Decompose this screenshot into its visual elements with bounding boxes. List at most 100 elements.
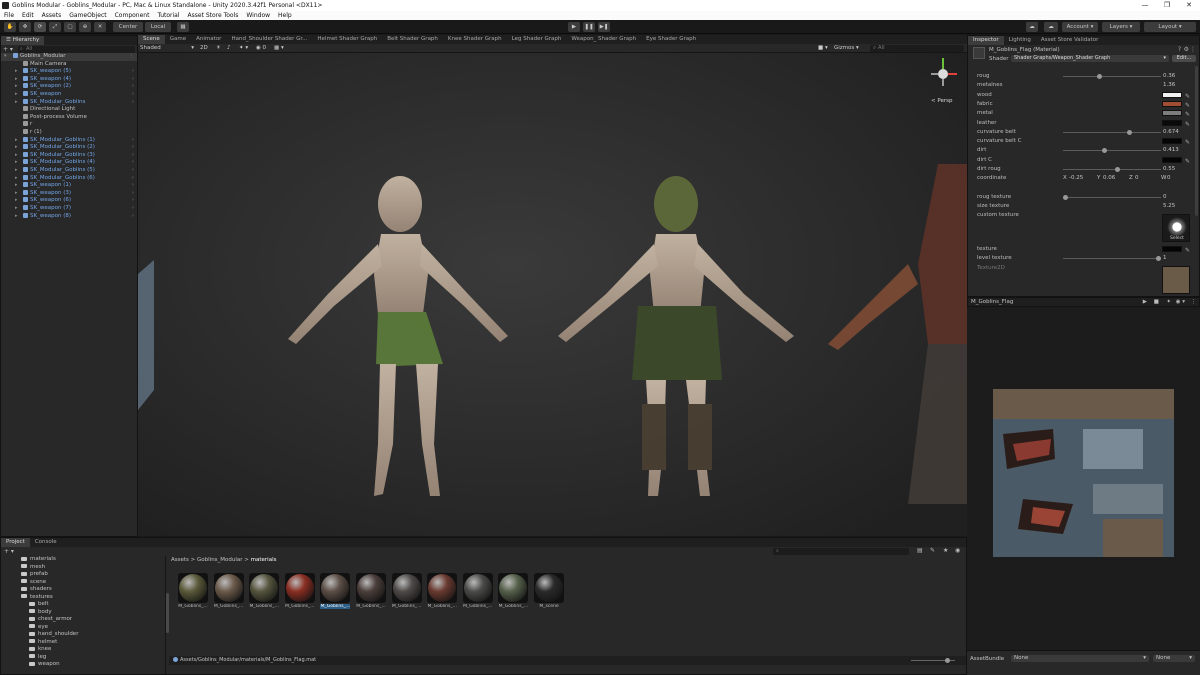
hierarchy-item[interactable]: r (1) — [1, 129, 137, 137]
property-value[interactable]: 0 — [1163, 193, 1167, 202]
project-search-input[interactable]: ⌕ — [773, 548, 909, 555]
tab-center-8[interactable]: Weapon_ Shader Graph — [566, 35, 641, 44]
hierarchy-item[interactable]: Directional Light — [1, 106, 137, 114]
play-button[interactable]: ▶ — [568, 22, 580, 32]
project-folder[interactable]: leg — [29, 654, 46, 662]
hierarchy-item[interactable]: Main Camera — [1, 60, 137, 69]
custom-texture-thumb[interactable]: Select — [1162, 214, 1190, 242]
open-prefab-chevron-icon[interactable]: › — [132, 83, 134, 91]
menu-component[interactable]: Component — [115, 11, 150, 20]
hierarchy-item[interactable]: ▸ SK_Modular_Goblins › — [1, 98, 137, 107]
hierarchy-item[interactable]: ▸ SK_Modular_Goblins (1) › — [1, 136, 137, 145]
move-tool-icon[interactable]: ✥ — [19, 22, 31, 32]
tab-center-9[interactable]: Eye Shader Graph — [641, 35, 701, 44]
project-add-button[interactable]: + ▾ — [4, 548, 14, 555]
filter-label-icon[interactable]: ✎ — [930, 547, 935, 554]
expand-arrow-icon[interactable]: ▸ — [15, 190, 21, 198]
property-value[interactable]: 1 — [1163, 254, 1167, 263]
tab-inspector-0[interactable]: Inspector — [968, 36, 1004, 45]
layers-dropdown[interactable]: Layers ▾ — [1102, 22, 1140, 32]
hand-tool-icon[interactable]: ✋ — [4, 22, 16, 32]
shader-dropdown[interactable]: Shader Graphs/Weapon_Shader Graph ▾ — [1011, 55, 1169, 62]
expand-arrow-icon[interactable]: ▸ — [15, 68, 21, 76]
material-asset[interactable]: M_Goblins_... — [498, 573, 529, 609]
expand-arrow-icon[interactable]: ▾ — [4, 53, 10, 61]
project-folder[interactable]: hand_shoulder — [29, 631, 78, 639]
pause-button[interactable]: ❚❚ — [583, 22, 595, 32]
expand-arrow-icon[interactable]: ▸ — [15, 213, 21, 221]
material-asset[interactable]: M_Goblins_... — [284, 573, 315, 609]
property-value[interactable]: 0.55 — [1163, 165, 1175, 174]
expand-arrow-icon[interactable]: ▸ — [15, 137, 21, 145]
hierarchy-item[interactable]: ▸ SK_Modular_Goblins (3) › — [1, 151, 137, 160]
lighting-toggle-icon[interactable]: ☀ — [216, 44, 221, 53]
hierarchy-add-button[interactable]: + ▾ — [3, 46, 13, 53]
open-prefab-chevron-icon[interactable]: › — [132, 99, 134, 107]
slider-handle[interactable] — [1102, 148, 1108, 154]
shading-mode-dropdown[interactable]: Shaded ▾ — [140, 44, 194, 53]
vector-field-x[interactable]: -0.25 — [1069, 174, 1083, 183]
preview-light-icon[interactable]: ✦ — [1166, 298, 1171, 307]
tab-center-5[interactable]: Belt Shader Graph — [382, 35, 443, 44]
hierarchy-item[interactable]: ▸ SK_weapon (3) › — [1, 189, 137, 198]
open-prefab-chevron-icon[interactable]: › — [132, 175, 134, 183]
tab-center-0[interactable]: Scene — [138, 35, 165, 44]
persp-label[interactable]: < Persp — [931, 98, 952, 104]
property-slider[interactable] — [1063, 148, 1161, 154]
project-folder[interactable]: eye — [29, 624, 48, 632]
project-folder[interactable]: textures — [21, 594, 53, 602]
expand-arrow-icon[interactable]: ▸ — [15, 152, 21, 160]
menu-asset-store-tools[interactable]: Asset Store Tools — [188, 11, 239, 20]
mode-2d-toggle[interactable]: 2D — [200, 44, 208, 53]
open-prefab-chevron-icon[interactable]: › — [132, 144, 134, 152]
property-value[interactable]: 0.413 — [1163, 146, 1179, 155]
open-prefab-chevron-icon[interactable]: › — [132, 76, 134, 84]
close-button[interactable]: ✕ — [1178, 0, 1200, 11]
maximize-button[interactable]: ❐ — [1156, 0, 1178, 11]
tab-center-4[interactable]: Helmet Shader Graph — [312, 35, 382, 44]
step-button[interactable]: ▶❚ — [598, 22, 610, 32]
color-swatch[interactable] — [1162, 138, 1182, 145]
project-folder[interactable]: scene — [21, 579, 46, 587]
material-asset[interactable]: M_Goblins_... — [213, 573, 244, 609]
color-swatch[interactable] — [1162, 156, 1182, 163]
open-prefab-chevron-icon[interactable]: › — [132, 68, 134, 76]
project-folder[interactable]: weapon — [29, 661, 60, 669]
hierarchy-item[interactable]: ▸ SK_weapon (5) › — [1, 68, 137, 76]
color-swatch[interactable] — [1162, 110, 1182, 117]
color-swatch[interactable] — [1162, 100, 1182, 107]
slider-handle[interactable] — [1127, 129, 1133, 135]
minimize-button[interactable]: — — [1134, 0, 1156, 11]
vector-field-z[interactable]: 0 — [1135, 174, 1139, 183]
expand-arrow-icon[interactable]: ▸ — [15, 144, 21, 152]
material-asset[interactable]: M_Goblins_... — [249, 573, 280, 609]
cloud-icon[interactable]: ☁ — [1044, 22, 1058, 32]
preview-shape-icon[interactable]: ■ — [1154, 298, 1159, 307]
property-value[interactable]: 0.674 — [1163, 128, 1179, 137]
tab-center-7[interactable]: Leg Shader Graph — [507, 35, 567, 44]
vector-field-y[interactable]: 0.06 — [1103, 174, 1115, 183]
open-prefab-chevron-icon[interactable]: › — [132, 197, 134, 205]
preview-more-icon[interactable]: ⋮ — [1191, 298, 1197, 307]
hierarchy-item[interactable]: ▸ SK_Modular_Goblins (5) › — [1, 167, 137, 175]
shader-edit-button[interactable]: Edit... — [1172, 55, 1196, 62]
material-asset[interactable]: M_Goblins_... — [320, 573, 351, 609]
hierarchy-item[interactable]: ▾ Goblins_Modular ⋮ — [1, 53, 137, 61]
camera-settings-icon[interactable]: ■ ▾ — [818, 44, 828, 53]
tab-inspector-1[interactable]: Lighting — [1004, 36, 1036, 45]
project-folder[interactable]: belt — [29, 601, 49, 609]
project-folder[interactable]: chest_armor — [29, 616, 72, 624]
rect-tool-icon[interactable]: ▢ — [64, 22, 76, 32]
expand-arrow-icon[interactable]: ▸ — [15, 83, 21, 91]
open-prefab-chevron-icon[interactable]: › — [132, 167, 134, 175]
more-icon[interactable]: ⋮ — [1190, 46, 1196, 53]
hierarchy-item[interactable]: r — [1, 121, 137, 129]
hierarchy-item[interactable]: ▸ SK_Modular_Goblins (2) › — [1, 144, 137, 152]
material-asset[interactable]: M_Goblins_... — [356, 573, 386, 609]
hierarchy-item[interactable]: ▸ SK_Modular_Goblins (6) › — [1, 174, 137, 183]
tab-center-1[interactable]: Game — [165, 35, 191, 44]
menu-assets[interactable]: Assets — [42, 11, 62, 20]
color-swatch[interactable] — [1162, 91, 1182, 98]
hidden-objects-icon[interactable]: ◉ 0 — [256, 44, 266, 53]
open-prefab-chevron-icon[interactable]: › — [132, 205, 134, 213]
